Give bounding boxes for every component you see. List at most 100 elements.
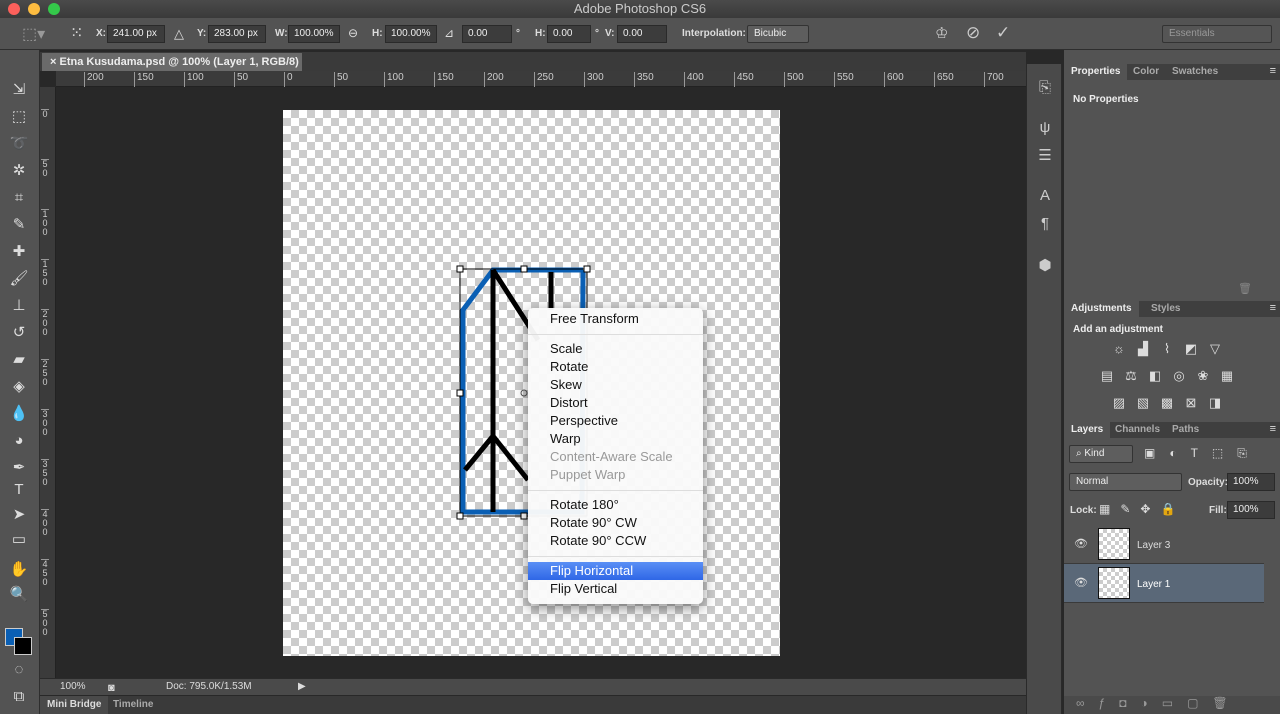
blend-mode-select[interactable]: Normal [1069,473,1182,491]
layer-filter-select[interactable]: ⌕ Kind [1069,445,1133,463]
healing-brush-icon[interactable]: ✚ [8,242,30,262]
background-color-swatch[interactable] [14,637,32,655]
brush-presets-icon[interactable]: ψ [1035,118,1055,138]
color-lookup-icon[interactable]: ▦ [1218,369,1236,383]
dodge-tool-icon[interactable]: ◕ [8,431,30,451]
quick-mask-icon[interactable]: ◌ [8,660,30,680]
menu-item-perspective[interactable]: Perspective [528,412,703,430]
document-tab[interactable]: × Etna Kusudama.psd @ 100% (Layer 1, RGB… [42,53,302,71]
3d-icon[interactable]: ⬢ [1035,256,1055,276]
move-tool-icon[interactable]: ⇲ [8,80,30,100]
layer-filter-icons[interactable]: ▣◐T⬚⎘ [1144,446,1261,461]
warp-mode-icon[interactable]: ♔ [935,24,948,42]
panel-menu-icon[interactable]: ≡ [1270,65,1276,77]
tab-styles[interactable]: Styles [1144,301,1187,317]
workspace-select[interactable]: Essentials [1162,25,1272,43]
magic-wand-icon[interactable]: ✲ [8,161,30,181]
width-field[interactable]: 100.00% [288,25,340,43]
gradient-map-icon[interactable]: ◨ [1206,396,1224,410]
levels-icon[interactable]: ▟ [1134,342,1152,356]
crop-tool-icon[interactable]: ⌗ [8,188,30,208]
layer-row[interactable]: 👁 Layer 3 [1064,525,1264,564]
share-icon[interactable]: ◙ [108,680,115,696]
tool-preset-icon[interactable]: ⬚▾ [22,24,45,44]
vskew-field[interactable]: 0.00 [617,25,667,43]
x-field[interactable]: 241.00 px [107,25,165,43]
black-white-icon[interactable]: ◧ [1146,369,1164,383]
channel-mixer-icon[interactable]: ❀ [1194,369,1212,383]
tab-properties[interactable]: Properties [1064,64,1128,80]
photo-filter-icon[interactable]: ◎ [1170,369,1188,383]
menu-item-flip-vertical[interactable]: Flip Vertical [528,580,703,598]
tab-color[interactable]: Color [1126,64,1166,80]
close-window-button[interactable] [8,3,20,15]
threshold-icon[interactable]: ▩ [1158,396,1176,410]
menu-item-scale[interactable]: Scale [528,340,703,358]
blur-tool-icon[interactable]: 💧 [8,404,30,424]
menu-item-skew[interactable]: Skew [528,376,703,394]
posterize-icon[interactable]: ▧ [1134,396,1152,410]
cancel-transform-icon[interactable]: ⊘ [966,23,980,43]
interpolation-select[interactable]: Bicubic [747,25,809,43]
menu-item-rotate-180[interactable]: Rotate 180° [528,496,703,514]
trash-icon[interactable]: 🗑 [1238,282,1252,295]
hand-tool-icon[interactable]: ✋ [8,560,30,580]
reference-point-icon[interactable]: ⁙ [70,23,83,43]
height-field[interactable]: 100.00% [385,25,437,43]
brush-tool-icon[interactable]: 🖌 [8,269,30,289]
tab-channels[interactable]: Channels [1108,422,1167,438]
opacity-field[interactable]: 100% [1227,473,1275,491]
tab-layers[interactable]: Layers [1064,422,1111,438]
eraser-icon[interactable]: ▰ [8,350,30,370]
brightness-contrast-icon[interactable]: ☼ [1110,342,1128,356]
tab-swatches[interactable]: Swatches [1165,64,1225,80]
lasso-tool-icon[interactable]: ➰ [8,134,30,154]
status-menu-arrow-icon[interactable]: ▶ [298,679,306,695]
screen-mode-icon[interactable]: ⧉ [8,687,30,707]
y-field[interactable]: 283.00 px [208,25,266,43]
rectangle-tool-icon[interactable]: ▭ [8,530,30,550]
hue-saturation-icon[interactable]: ▤ [1098,369,1116,383]
menu-item-rotate[interactable]: Rotate [528,358,703,376]
stamp-tool-icon[interactable]: ⊥ [8,296,30,316]
fill-field[interactable]: 100% [1227,501,1275,519]
zoom-window-button[interactable] [48,3,60,15]
visibility-eye-icon[interactable]: 👁 [1074,576,1088,589]
layers-footer-icons[interactable]: ∞ƒ◘◑▭▢🗑 [1064,696,1280,714]
visibility-eye-icon[interactable]: 👁 [1074,537,1088,550]
paragraph-icon[interactable]: ¶ [1035,214,1055,234]
panel-menu-icon[interactable]: ≡ [1270,302,1276,314]
hskew-field[interactable]: 0.00 [547,25,591,43]
menu-item-warp[interactable]: Warp [528,430,703,448]
menu-item-free-transform[interactable]: Free Transform [528,310,703,328]
eyedropper-icon[interactable]: ✎ [8,215,30,235]
menu-item-rotate-90-cw[interactable]: Rotate 90° CW [528,514,703,532]
history-brush-icon[interactable]: ↺ [8,323,30,343]
tab-adjustments[interactable]: Adjustments [1064,301,1139,317]
marquee-tool-icon[interactable]: ⬚ [8,107,30,127]
color-balance-icon[interactable]: ⚖ [1122,369,1140,383]
menu-item-flip-horizontal[interactable]: Flip Horizontal [528,562,703,580]
tab-timeline[interactable]: Timeline [106,696,160,714]
character-icon[interactable]: A [1035,186,1055,206]
layer-row-selected[interactable]: 👁 Layer 1 [1064,564,1264,603]
angle-field[interactable]: 0.00 [462,25,512,43]
zoom-tool-icon[interactable]: 🔍 [8,585,30,605]
menu-item-distort[interactable]: Distort [528,394,703,412]
invert-icon[interactable]: ▨ [1110,396,1128,410]
brush-settings-icon[interactable]: ☰ [1035,146,1055,166]
curves-icon[interactable]: ⌇ [1158,342,1176,356]
zoom-level[interactable]: 100% [60,679,86,695]
panel-menu-icon[interactable]: ≡ [1270,423,1276,435]
tab-paths[interactable]: Paths [1165,422,1206,438]
path-selection-icon[interactable]: ➤ [8,505,30,525]
vibrance-icon[interactable]: ▽ [1206,342,1224,356]
paint-bucket-icon[interactable]: ◈ [8,377,30,397]
relative-position-icon[interactable]: △ [174,26,184,42]
minimize-window-button[interactable] [28,3,40,15]
tab-mini-bridge[interactable]: Mini Bridge [40,696,109,714]
pen-tool-icon[interactable]: ✒ [8,458,30,478]
commit-transform-icon[interactable]: ✓ [996,23,1010,43]
exposure-icon[interactable]: ◩ [1182,342,1200,356]
history-icon[interactable]: ⎘ [1035,78,1055,98]
